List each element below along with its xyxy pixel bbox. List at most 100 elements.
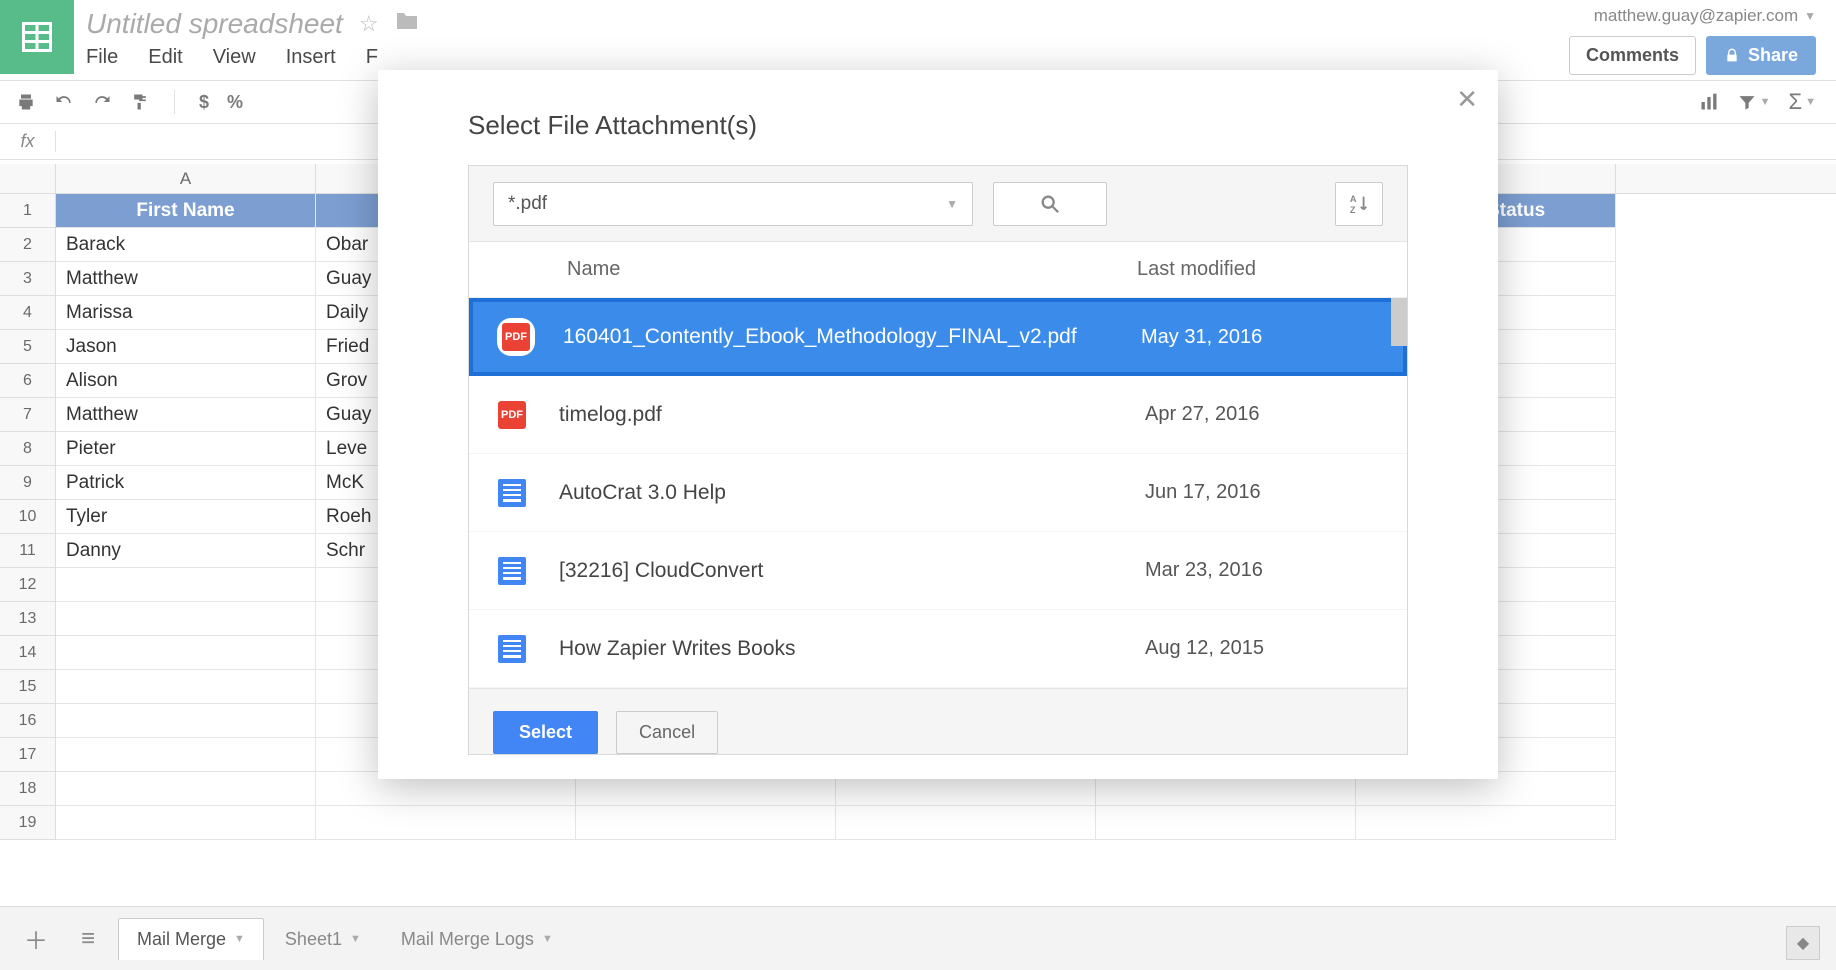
undo-icon[interactable]: [54, 92, 74, 112]
svg-text:Z: Z: [1350, 205, 1356, 215]
menu-truncated[interactable]: F: [366, 46, 378, 69]
menu-insert[interactable]: Insert: [286, 46, 336, 69]
row-header[interactable]: 17: [0, 738, 56, 772]
file-name: timelog.pdf: [559, 403, 1145, 427]
file-modified: Jun 17, 2016: [1145, 481, 1385, 504]
select-all-corner[interactable]: [0, 164, 56, 193]
sheet-tab[interactable]: Mail Merge▼: [118, 918, 264, 960]
select-button[interactable]: Select: [493, 711, 598, 754]
caret-down-icon: ▼: [946, 197, 958, 211]
percent-button[interactable]: %: [227, 92, 243, 113]
sort-button[interactable]: A Z: [1335, 182, 1383, 226]
cell[interactable]: Matthew: [56, 398, 316, 432]
file-modified: Aug 12, 2015: [1145, 637, 1385, 660]
row-header[interactable]: 7: [0, 398, 56, 432]
row-header[interactable]: 2: [0, 228, 56, 262]
caret-down-icon: ▼: [350, 933, 361, 945]
column-header-modified[interactable]: Last modified: [1137, 258, 1377, 281]
row-header[interactable]: 6: [0, 364, 56, 398]
row-header[interactable]: 5: [0, 330, 56, 364]
header-cell[interactable]: First Name: [56, 194, 316, 228]
comments-button[interactable]: Comments: [1569, 36, 1696, 75]
file-row[interactable]: How Zapier Writes BooksAug 12, 2015: [469, 610, 1407, 688]
file-name: 160401_Contently_Ebook_Methodology_FINAL…: [563, 325, 1141, 349]
cell[interactable]: Barack: [56, 228, 316, 262]
menu-file[interactable]: File: [86, 46, 118, 69]
row-header[interactable]: 18: [0, 772, 56, 806]
row-header[interactable]: 10: [0, 500, 56, 534]
sheet-tab[interactable]: Mail Merge Logs▼: [382, 918, 572, 960]
row-header[interactable]: 3: [0, 262, 56, 296]
row-header[interactable]: 8: [0, 432, 56, 466]
cancel-button[interactable]: Cancel: [616, 711, 718, 754]
doc-icon: [498, 557, 526, 585]
file-row[interactable]: [32216] CloudConvertMar 23, 2016: [469, 532, 1407, 610]
cell[interactable]: [1096, 806, 1356, 840]
file-row[interactable]: PDF160401_Contently_Ebook_Methodology_FI…: [469, 298, 1407, 376]
cell[interactable]: [836, 806, 1096, 840]
print-icon[interactable]: [16, 92, 36, 112]
cell[interactable]: Alison: [56, 364, 316, 398]
search-button[interactable]: [993, 182, 1107, 226]
cell[interactable]: [576, 806, 836, 840]
cell[interactable]: Pieter: [56, 432, 316, 466]
cell[interactable]: [56, 772, 316, 806]
paint-format-icon[interactable]: [130, 92, 150, 112]
menu-edit[interactable]: Edit: [148, 46, 182, 69]
row-header[interactable]: 19: [0, 806, 56, 840]
filter-dropdown[interactable]: *.pdf ▼: [493, 182, 973, 226]
cell[interactable]: Jason: [56, 330, 316, 364]
cell[interactable]: [56, 704, 316, 738]
scrollbar[interactable]: [1391, 298, 1407, 346]
cell[interactable]: [316, 806, 576, 840]
cell[interactable]: [1356, 806, 1616, 840]
add-sheet-button[interactable]: ＋: [14, 917, 58, 961]
document-title[interactable]: Untitled spreadsheet: [86, 8, 343, 40]
row-header[interactable]: 13: [0, 602, 56, 636]
folder-icon[interactable]: [395, 11, 419, 37]
cell[interactable]: [56, 636, 316, 670]
search-icon: [1039, 193, 1061, 215]
pdf-icon: PDF: [498, 401, 526, 429]
doc-icon: [498, 479, 526, 507]
cell[interactable]: Matthew: [56, 262, 316, 296]
file-row[interactable]: AutoCrat 3.0 HelpJun 17, 2016: [469, 454, 1407, 532]
sheets-icon: [19, 19, 55, 55]
file-name: [32216] CloudConvert: [559, 559, 1145, 583]
caret-down-icon: ▼: [234, 933, 245, 945]
cell[interactable]: [56, 738, 316, 772]
row-header[interactable]: 1: [0, 194, 56, 228]
row-header[interactable]: 16: [0, 704, 56, 738]
cell[interactable]: Patrick: [56, 466, 316, 500]
column-header-name[interactable]: Name: [567, 258, 1137, 281]
menu-view[interactable]: View: [213, 46, 256, 69]
share-button[interactable]: Share: [1706, 36, 1816, 75]
row-header[interactable]: 11: [0, 534, 56, 568]
redo-icon[interactable]: [92, 92, 112, 112]
row-header[interactable]: 12: [0, 568, 56, 602]
col-header[interactable]: A: [56, 164, 316, 193]
currency-button[interactable]: $: [199, 92, 209, 113]
filter-icon[interactable]: ▼: [1737, 92, 1771, 112]
close-icon[interactable]: ✕: [1456, 84, 1478, 115]
cell[interactable]: [56, 806, 316, 840]
row-header[interactable]: 14: [0, 636, 56, 670]
cell[interactable]: Tyler: [56, 500, 316, 534]
sheet-tab[interactable]: Sheet1▼: [266, 918, 380, 960]
row-header[interactable]: 4: [0, 296, 56, 330]
cell[interactable]: Marissa: [56, 296, 316, 330]
functions-icon[interactable]: Σ ▼: [1789, 89, 1817, 115]
cell[interactable]: Danny: [56, 534, 316, 568]
star-icon[interactable]: ☆: [359, 11, 379, 37]
cell[interactable]: [56, 602, 316, 636]
row-header[interactable]: 9: [0, 466, 56, 500]
row-header[interactable]: 15: [0, 670, 56, 704]
cell[interactable]: [56, 670, 316, 704]
app-logo[interactable]: [0, 0, 74, 74]
all-sheets-button[interactable]: ≡: [66, 917, 110, 961]
account-menu[interactable]: matthew.guay@zapier.com ▼: [1569, 6, 1816, 26]
explore-button[interactable]: ◆: [1786, 926, 1820, 960]
cell[interactable]: [56, 568, 316, 602]
chart-icon[interactable]: [1699, 92, 1719, 112]
file-row[interactable]: PDFtimelog.pdfApr 27, 2016: [469, 376, 1407, 454]
